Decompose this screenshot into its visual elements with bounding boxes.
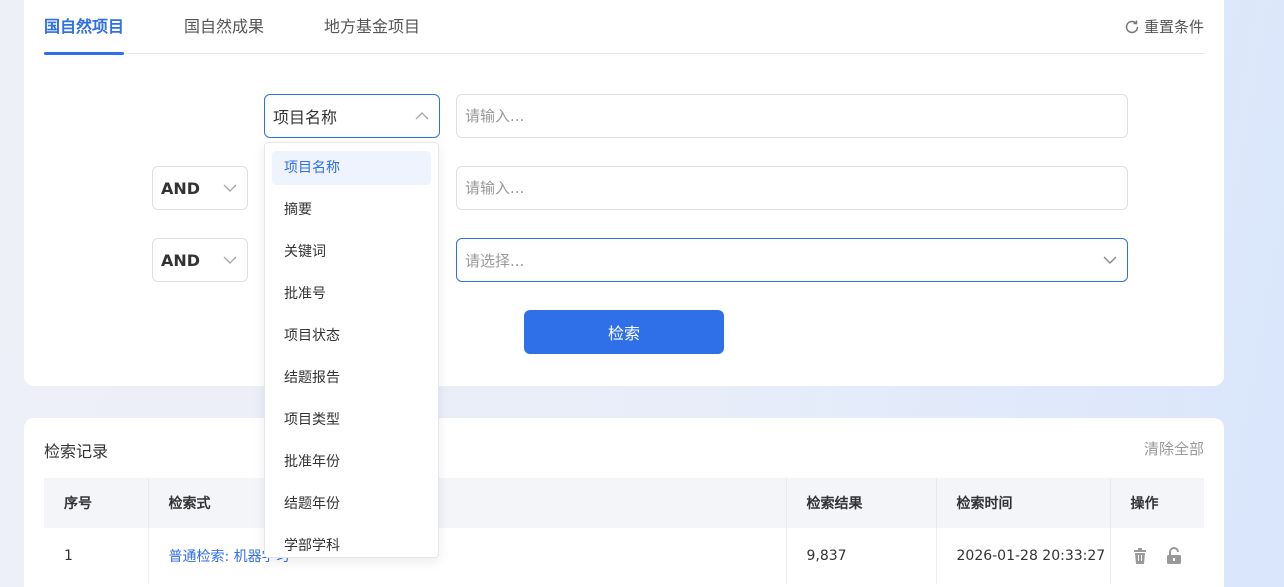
refresh-icon bbox=[1125, 20, 1139, 34]
history-table: 序号 检索式 检索结果 检索时间 操作 1 普通检索: 机器学习 9,837 2… bbox=[44, 478, 1204, 584]
search-panel: 国自然项目 国自然成果 地方基金项目 重置条件 项目名称 AND AND 请选择… bbox=[24, 0, 1224, 386]
reset-label: 重置条件 bbox=[1143, 18, 1204, 36]
dropdown-item-approval-number[interactable]: 批准号 bbox=[272, 277, 431, 311]
history-title: 检索记录 bbox=[44, 442, 109, 461]
row-time: 2026-01-28 20:33:27 bbox=[936, 528, 1111, 584]
tab-nsfc-projects[interactable]: 国自然项目 bbox=[44, 0, 125, 55]
dropdown-item-approval-year[interactable]: 批准年份 bbox=[272, 445, 431, 479]
field-dropdown-menu: 项目名称 摘要 关键词 批准号 项目状态 结题报告 项目类型 批准年份 结题年份… bbox=[264, 142, 439, 558]
keyword-input-2[interactable] bbox=[456, 166, 1128, 210]
search-button[interactable]: 检索 bbox=[524, 310, 724, 354]
row-index: 1 bbox=[44, 528, 149, 584]
table-row: 1 普通检索: 机器学习 9,837 2026-01-28 20:33:27 bbox=[44, 528, 1204, 584]
search-history-panel: 检索记录 清除全部 序号 检索式 检索结果 检索时间 操作 1 普通检索: 机器… bbox=[24, 418, 1224, 587]
field-select[interactable]: 项目名称 bbox=[264, 94, 440, 138]
row-results: 9,837 bbox=[786, 528, 937, 584]
col-actions: 操作 bbox=[1110, 478, 1204, 528]
chevron-down-icon bbox=[1103, 256, 1117, 264]
dropdown-item-discipline[interactable]: 学部学科 bbox=[272, 529, 431, 557]
dropdown-item-final-report[interactable]: 结题报告 bbox=[272, 361, 431, 395]
tab-bar: 国自然项目 国自然成果 地方基金项目 重置条件 bbox=[44, 0, 1204, 55]
value-select-3-placeholder: 请选择... bbox=[465, 251, 525, 270]
dropdown-item-keywords[interactable]: 关键词 bbox=[272, 235, 431, 269]
col-results: 检索结果 bbox=[786, 478, 937, 528]
row-actions bbox=[1110, 528, 1204, 584]
keyword-input-1[interactable] bbox=[456, 94, 1128, 138]
keyword-input-1-field[interactable] bbox=[465, 107, 1119, 125]
keyword-input-2-field[interactable] bbox=[465, 179, 1119, 197]
dropdown-item-abstract[interactable]: 摘要 bbox=[272, 193, 431, 227]
col-index: 序号 bbox=[44, 478, 149, 528]
clear-all-button[interactable]: 清除全部 bbox=[1144, 438, 1204, 459]
operator-select-2[interactable]: AND bbox=[152, 166, 248, 210]
tab-local-fund-projects[interactable]: 地方基金项目 bbox=[324, 0, 420, 54]
tab-nsfc-results[interactable]: 国自然成果 bbox=[184, 0, 264, 54]
dropdown-item-project-name[interactable]: 项目名称 bbox=[272, 151, 431, 185]
chevron-up-icon bbox=[415, 112, 429, 120]
trash-icon[interactable] bbox=[1131, 547, 1149, 565]
row-query-cell: 普通检索: 机器学习 bbox=[148, 528, 787, 584]
operator-select-3-value: AND bbox=[161, 250, 201, 270]
unlock-icon[interactable] bbox=[1165, 547, 1183, 565]
dropdown-item-project-type[interactable]: 项目类型 bbox=[272, 403, 431, 437]
operator-select-2-value: AND bbox=[161, 178, 201, 198]
dropdown-item-project-status[interactable]: 项目状态 bbox=[272, 319, 431, 353]
reset-conditions-button[interactable]: 重置条件 bbox=[1124, 0, 1204, 54]
value-select-3[interactable]: 请选择... bbox=[456, 238, 1128, 282]
col-time: 检索时间 bbox=[936, 478, 1111, 528]
col-query: 检索式 bbox=[148, 478, 787, 528]
dropdown-item-completion-year[interactable]: 结题年份 bbox=[272, 487, 431, 521]
field-select-value: 项目名称 bbox=[273, 108, 338, 127]
chevron-down-icon bbox=[223, 256, 237, 264]
operator-select-3[interactable]: AND bbox=[152, 238, 248, 282]
table-header-row: 序号 检索式 检索结果 检索时间 操作 bbox=[44, 478, 1204, 528]
chevron-down-icon bbox=[223, 184, 237, 192]
